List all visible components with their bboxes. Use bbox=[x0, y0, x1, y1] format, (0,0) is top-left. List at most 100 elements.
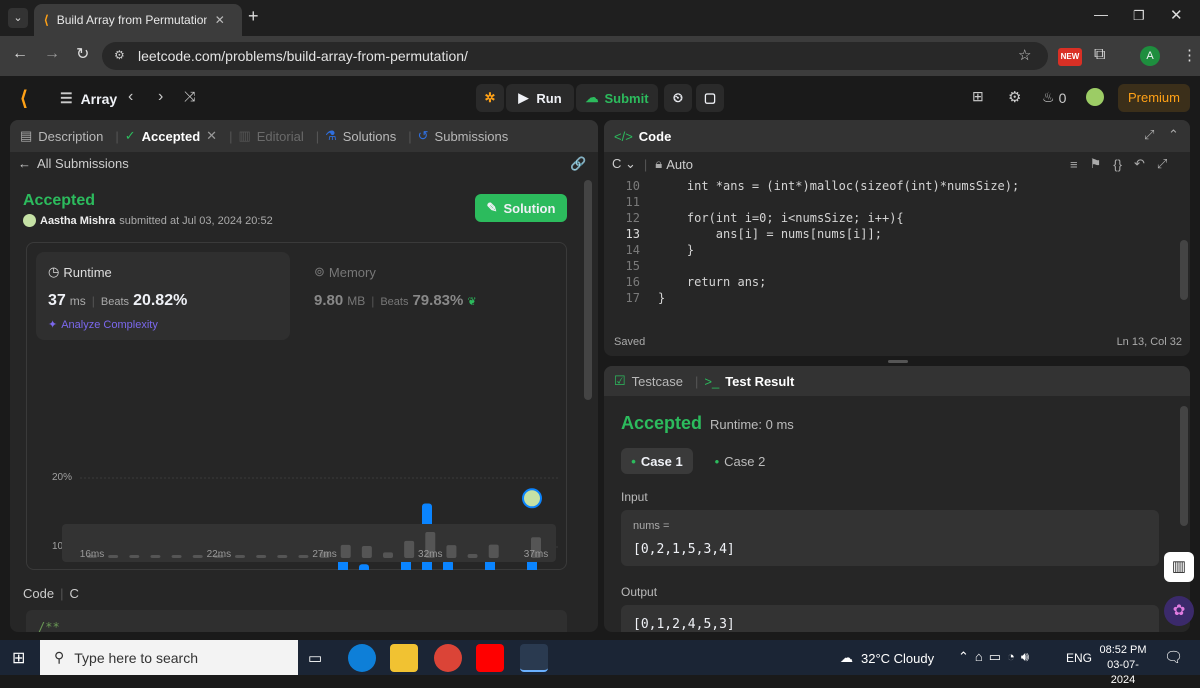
code-line[interactable]: 14 } bbox=[604, 242, 1180, 258]
editor-scrollbar[interactable] bbox=[1180, 240, 1188, 300]
notes-button[interactable]: ▢ bbox=[696, 84, 724, 112]
next-problem-icon[interactable]: › bbox=[158, 88, 163, 106]
tab-test-result[interactable]: Test Result bbox=[725, 374, 794, 389]
memory-card[interactable]: ⊚ Memory 9.80 MB | Beats 79.83% ❦ bbox=[302, 252, 556, 340]
shuffle-icon[interactable]: ⤨ bbox=[184, 88, 195, 105]
settings-gear-icon[interactable]: ⚙ bbox=[1008, 88, 1021, 106]
notifications-icon[interactable]: 🗨︎ bbox=[1164, 648, 1183, 666]
fullscreen-icon[interactable]: ⤢ bbox=[1157, 156, 1167, 172]
runtime-card[interactable]: ◷ Runtime 37 ms | Beats 20.82% ✦ Analyze C… bbox=[36, 252, 290, 340]
chrome-profile-icon[interactable] bbox=[520, 644, 548, 672]
code-line[interactable]: 13 ans[i] = nums[nums[i]]; bbox=[604, 226, 1180, 242]
taskbar-search[interactable]: ⚲ Type here to search bbox=[40, 640, 298, 675]
tab-description[interactable]: Description bbox=[38, 129, 103, 144]
url-field[interactable]: ⚙ leetcode.com/problems/build-array-from… bbox=[102, 42, 1048, 70]
panel-resize-handle[interactable] bbox=[888, 360, 908, 363]
streak-counter[interactable]: ♨ 0 bbox=[1042, 89, 1066, 106]
code-brackets-icon: </> bbox=[614, 128, 633, 144]
maximize-icon[interactable]: ⤢ bbox=[1144, 127, 1154, 143]
language-select[interactable]: C ⌄ bbox=[612, 156, 636, 172]
clock[interactable]: 08:52 PM 03-07-2024 bbox=[1096, 643, 1150, 688]
format-icon[interactable]: ≡ bbox=[1070, 157, 1078, 172]
collapse-icon[interactable]: ⌃ bbox=[1168, 127, 1179, 143]
case-2-tab[interactable]: • Case 2 bbox=[704, 448, 776, 474]
submission-meta: Aastha Mishra submitted at Jul 03, 2024 … bbox=[23, 214, 273, 227]
submitter-name[interactable]: Aastha Mishra bbox=[40, 215, 115, 227]
prev-problem-icon[interactable]: ‹ bbox=[128, 88, 133, 106]
site-info-icon[interactable]: ⚙ bbox=[114, 48, 125, 62]
extension-new-badge[interactable]: NEW bbox=[1058, 48, 1082, 66]
bookmark-icon[interactable]: ⚑ bbox=[1090, 156, 1102, 172]
file-explorer-icon[interactable] bbox=[390, 644, 418, 672]
restore-button[interactable]: ❐ bbox=[1133, 8, 1145, 24]
bookmark-star-icon[interactable]: ☆ bbox=[1018, 46, 1031, 64]
solution-button[interactable]: ✎ Solution bbox=[475, 194, 567, 222]
windows-start-icon[interactable]: ⊞ bbox=[12, 648, 25, 668]
close-window-button[interactable]: ✕ bbox=[1170, 6, 1183, 24]
browser-menu-icon[interactable]: ⋮ bbox=[1182, 46, 1197, 64]
tab-search-button[interactable]: ⌄ bbox=[8, 8, 28, 28]
new-tab-button[interactable]: + bbox=[248, 6, 259, 27]
code-line[interactable]: 12 for(int i=0; i<numsSize; i++){ bbox=[604, 210, 1180, 226]
back-icon[interactable]: ← bbox=[12, 45, 28, 63]
layout-icon[interactable]: ⊞ bbox=[972, 88, 984, 105]
reader-mode-icon[interactable]: ▥ bbox=[1164, 552, 1194, 582]
close-tab-accepted-icon[interactable]: ✕ bbox=[206, 128, 217, 144]
leetcode-logo-icon[interactable]: ⟨ bbox=[20, 86, 28, 111]
reload-icon[interactable]: ↻ bbox=[76, 44, 89, 64]
premium-button[interactable]: Premium bbox=[1118, 84, 1190, 112]
tab-accepted[interactable]: Accepted bbox=[142, 129, 201, 144]
chrome-icon[interactable] bbox=[434, 644, 462, 672]
task-view-icon[interactable]: ▭ bbox=[308, 649, 322, 667]
code-line[interactable]: 11 bbox=[604, 194, 1180, 210]
code-line[interactable]: 15 bbox=[604, 258, 1180, 274]
memory-value-row: 9.80 MB | Beats 79.83% ❦ bbox=[314, 292, 477, 309]
edit-icon: ✎ bbox=[486, 200, 498, 215]
line-number: 11 bbox=[625, 195, 640, 209]
auto-mode-toggle[interactable]: Auto bbox=[666, 157, 693, 172]
reset-icon[interactable]: ↶ bbox=[1134, 156, 1145, 172]
code-line[interactable]: 10 int *ans = (int*)malloc(sizeof(int)*n… bbox=[604, 178, 1180, 194]
minimap-tick-label: 22ms bbox=[206, 549, 232, 560]
minimize-button[interactable]: — bbox=[1094, 6, 1108, 22]
tray-icons[interactable]: ⌃⌂▭◔🔊︎ bbox=[958, 649, 1035, 665]
user-avatar[interactable] bbox=[1086, 88, 1104, 106]
profile-avatar[interactable]: A bbox=[1140, 46, 1160, 66]
run-button[interactable]: ▶ Run bbox=[506, 84, 574, 112]
tab-submissions[interactable]: Submissions bbox=[435, 129, 509, 144]
timer-button[interactable]: ⏲ bbox=[664, 84, 692, 112]
submit-button[interactable]: ☁ Submit bbox=[576, 84, 658, 112]
code-section-lang: C bbox=[69, 586, 79, 601]
tab-solutions[interactable]: Solutions bbox=[343, 129, 396, 144]
braces-icon[interactable]: {} bbox=[1113, 157, 1122, 172]
all-submissions-link[interactable]: ← All Submissions bbox=[18, 156, 129, 171]
runtime-bar-29ms[interactable] bbox=[359, 564, 369, 570]
problem-list-button[interactable]: ☰ Array bbox=[60, 90, 117, 107]
edge-browser-icon[interactable] bbox=[348, 644, 376, 672]
minimap-bar bbox=[171, 555, 182, 558]
your-submission-marker[interactable] bbox=[522, 488, 542, 509]
language-indicator[interactable]: ENG bbox=[1066, 651, 1092, 665]
tab-testcase[interactable]: Testcase bbox=[632, 374, 683, 389]
case-1-tab[interactable]: • Case 1 bbox=[621, 448, 693, 474]
result-scrollbar[interactable] bbox=[1180, 406, 1188, 526]
code-line[interactable]: 17} bbox=[604, 290, 1180, 306]
youtube-icon[interactable] bbox=[476, 644, 504, 672]
debug-button[interactable]: ✲ bbox=[476, 84, 504, 112]
browser-tab[interactable]: ⟨ Build Array from Permutation - ✕ bbox=[34, 4, 242, 36]
result-tabs: ☑ Testcase | >_ Test Result bbox=[604, 366, 1190, 396]
tab-editorial[interactable]: Editorial bbox=[257, 129, 304, 144]
analyze-complexity-link[interactable]: ✦ Analyze Complexity bbox=[48, 318, 158, 332]
extensions-puzzle-icon[interactable]: ⧉ bbox=[1094, 46, 1105, 64]
cloud-upload-icon: ☁ bbox=[585, 90, 599, 105]
minimap-bar bbox=[277, 554, 288, 558]
brain-ai-icon[interactable]: ✿ bbox=[1164, 596, 1194, 626]
share-link-icon[interactable]: 🔗 bbox=[570, 156, 586, 172]
all-submissions-label: All Submissions bbox=[37, 156, 129, 171]
weather-widget[interactable]: ☁ 32°C Cloudy bbox=[840, 650, 934, 666]
close-tab-icon[interactable]: ✕ bbox=[215, 13, 225, 27]
code-editor[interactable]: 10 int *ans = (int*)malloc(sizeof(int)*n… bbox=[604, 178, 1180, 310]
forward-icon[interactable]: → bbox=[44, 45, 60, 63]
left-panel-scrollbar[interactable] bbox=[584, 180, 592, 400]
code-line[interactable]: 16 return ans; bbox=[604, 274, 1180, 290]
